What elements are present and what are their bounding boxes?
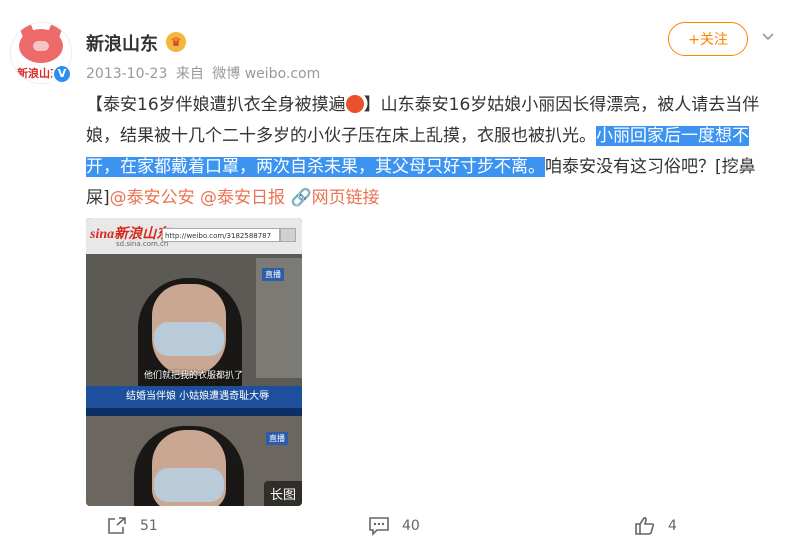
news-ticker: 结婚当伴娘 小姑娘遭遇奇耻大辱: [86, 386, 302, 408]
post-source: 微博 weibo.com: [212, 66, 321, 82]
face-mask: [154, 322, 224, 356]
post-text: 【泰安16岁伴娘遭扒衣全身被摸遍 】山东泰安16岁姑娘小丽因长得漂亮，被人请去当伴…: [86, 90, 776, 214]
web-link[interactable]: 网页链接: [312, 188, 380, 208]
like-button[interactable]: 4: [634, 516, 677, 536]
url-box: http://weibo.com/3182588787: [162, 228, 280, 242]
follow-button[interactable]: +关注: [668, 22, 748, 56]
post-text-part1: 【泰安16岁伴娘遭扒衣全身被摸遍: [86, 95, 346, 115]
verified-icon: V: [52, 64, 72, 84]
mention-taian-daily[interactable]: @泰安日报: [200, 188, 285, 208]
post-date[interactable]: 2013-10-23: [86, 66, 167, 82]
vip-crown-icon[interactable]: ♛: [166, 32, 186, 52]
source-prefix: 来自: [175, 66, 204, 82]
thumbs-up-icon: [635, 516, 655, 535]
video-subtitle: 他们就把我的衣服都扒了: [144, 371, 244, 381]
repost-count: 51: [140, 518, 158, 534]
post-meta: 2013-10-23 来自 微博 weibo.com: [86, 63, 324, 83]
username[interactable]: 新浪山东: [86, 30, 158, 56]
video-screenshot-top: sina新浪山东 sd.sina.com.cn http://weibo.com…: [86, 218, 302, 418]
link-icon: 🔗: [290, 188, 312, 208]
long-image-badge: 长图: [263, 481, 302, 506]
comment-icon: [369, 517, 389, 536]
comment-button[interactable]: 40: [368, 516, 420, 536]
live-badge: 直播: [262, 268, 284, 281]
chevron-down-icon[interactable]: [760, 28, 776, 44]
post-image[interactable]: sina新浪山东 sd.sina.com.cn http://weibo.com…: [86, 218, 302, 506]
comment-count: 40: [402, 518, 420, 534]
mention-taian-police[interactable]: @泰安公安: [110, 188, 195, 208]
sina-header-bar: sina新浪山东 sd.sina.com.cn http://weibo.com…: [86, 218, 302, 254]
share-icon: [108, 517, 126, 534]
action-bar: 51 40 4: [0, 510, 794, 550]
like-count: 4: [668, 518, 677, 534]
live-badge-2: 直播: [266, 432, 288, 445]
sina-domain: sd.sina.com.cn: [116, 240, 169, 248]
search-icon: [280, 228, 296, 242]
pig-logo-icon: [19, 29, 63, 63]
repost-button[interactable]: 51: [106, 516, 158, 536]
angry-emoji-icon: [345, 95, 364, 113]
